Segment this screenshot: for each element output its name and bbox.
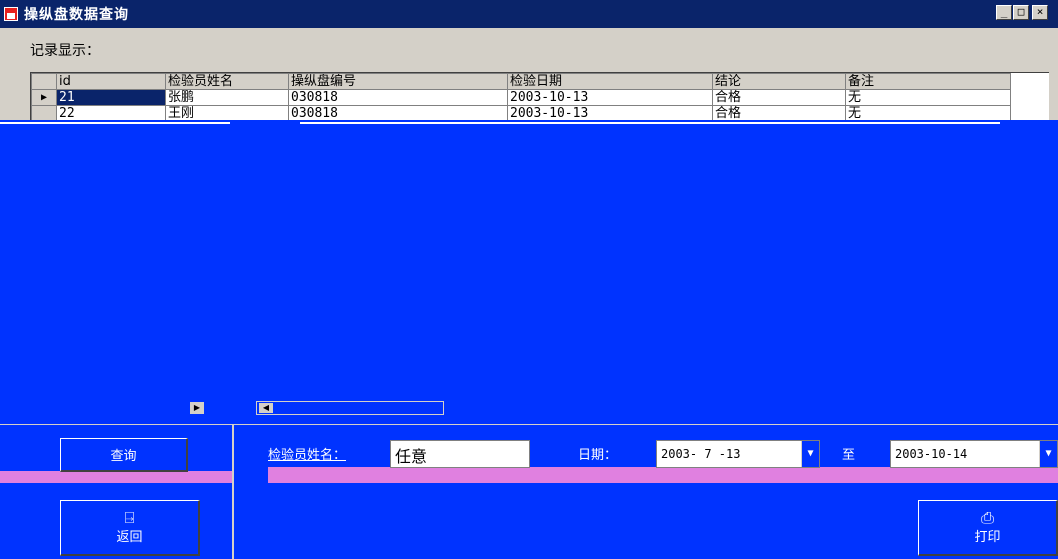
glitch-line — [0, 122, 230, 124]
dropdown-arrow-icon[interactable]: ▼ — [801, 441, 819, 467]
horizontal-scrollbar[interactable]: ◀ — [256, 401, 444, 415]
column-header-remark[interactable]: 备注 — [845, 73, 1011, 90]
date-label: 日期： — [578, 448, 618, 463]
date-to-value: 2003-10-14 — [895, 447, 968, 461]
row-indicator-header — [31, 73, 57, 90]
print-button-label: 打印 — [974, 530, 1001, 545]
column-header-date[interactable]: 检验日期 — [507, 73, 713, 90]
cell-id[interactable]: 21 — [56, 89, 166, 106]
door-exit-icon: ⍈ — [124, 508, 135, 527]
app-window-icon — [4, 7, 18, 21]
column-header-panel-no[interactable]: 操纵盘编号 — [288, 73, 508, 90]
query-button[interactable]: 查询 — [60, 438, 188, 472]
records-table: id 检验员姓名 操纵盘编号 检验日期 结论 备注 ▶ 21 张鹏 030818… — [31, 73, 1011, 122]
glitch-line — [300, 122, 1000, 124]
table-row[interactable]: ▶ 21 张鹏 030818 2003-10-13 合格 无 — [31, 89, 1011, 106]
scroll-right-arrow-icon[interactable]: ▶ — [190, 402, 204, 414]
column-header-id[interactable]: id — [56, 73, 166, 90]
return-button-label: 返回 — [116, 530, 143, 545]
window-controls: _ □ × — [996, 5, 1048, 20]
date-to-picker[interactable]: 2003-10-14 ▼ — [890, 440, 1058, 468]
inspector-name-input[interactable]: 任意 — [390, 440, 530, 468]
to-label: 至 — [842, 448, 856, 463]
return-button[interactable]: ⍈ 返回 — [60, 500, 200, 556]
window-title: 操纵盘数据查询 — [24, 7, 129, 23]
filter-panel-band — [268, 467, 1058, 483]
rendering-glitch-area — [0, 120, 1058, 559]
records-label: 记录显示： — [30, 43, 100, 59]
cell-date[interactable]: 2003-10-13 — [507, 89, 713, 106]
column-header-inspector[interactable]: 检验员姓名 — [165, 73, 289, 90]
panel-divider-vertical — [232, 424, 234, 559]
date-from-value: 2003- 7 -13 — [661, 447, 741, 461]
printer-icon: ⎙ — [981, 508, 994, 527]
maximize-button[interactable]: □ — [1013, 5, 1029, 20]
dropdown-arrow-icon[interactable]: ▼ — [1039, 441, 1057, 467]
inspector-name-label: 检验员姓名： — [268, 448, 347, 463]
minimize-button[interactable]: _ — [996, 5, 1012, 20]
left-panel-band — [0, 471, 232, 483]
cell-remark[interactable]: 无 — [845, 89, 1011, 106]
cell-conclusion[interactable]: 合格 — [712, 89, 846, 106]
date-from-picker[interactable]: 2003- 7 -13 ▼ — [656, 440, 820, 468]
query-button-label: 查询 — [110, 449, 137, 464]
cell-panel-no[interactable]: 030818 — [288, 89, 508, 106]
print-button[interactable]: ⎙ 打印 — [918, 500, 1058, 556]
panel-divider — [0, 424, 1058, 425]
row-indicator-icon: ▶ — [31, 89, 57, 106]
close-button[interactable]: × — [1032, 5, 1048, 20]
table-header-row: id 检验员姓名 操纵盘编号 检验日期 结论 备注 — [31, 73, 1011, 90]
scroll-left-arrow-icon[interactable]: ◀ — [259, 403, 273, 413]
cell-inspector[interactable]: 张鹏 — [165, 89, 289, 106]
column-header-conclusion[interactable]: 结论 — [712, 73, 846, 90]
records-panel: 记录显示： id 检验员姓名 操纵盘编号 检验日期 结论 备注 ▶ 21 张鹏 … — [0, 28, 1058, 133]
title-bar: 操纵盘数据查询 _ □ × — [0, 0, 1058, 28]
